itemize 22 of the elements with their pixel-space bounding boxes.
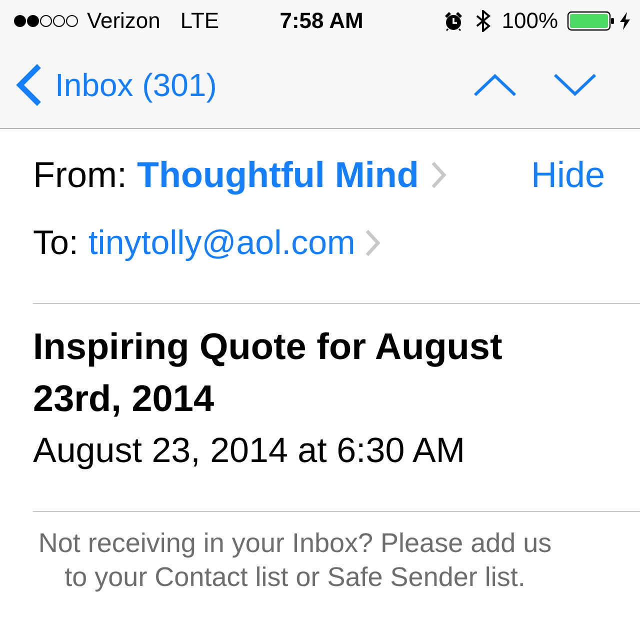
to-label: To: <box>33 222 78 264</box>
recipient-email-link[interactable]: tinytolly@aol.com <box>88 226 356 260</box>
previous-message-button[interactable] <box>474 74 516 96</box>
chevron-up-icon <box>474 74 516 96</box>
carrier-name: Verizon <box>87 10 160 32</box>
battery-percentage: 100% <box>502 10 558 32</box>
hide-details-button[interactable]: Hide <box>530 157 605 193</box>
signal-strength-icon <box>13 14 79 28</box>
battery-icon <box>567 11 616 31</box>
chevron-right-icon <box>365 229 382 257</box>
chevron-left-icon <box>16 64 42 106</box>
status-time: 7:58 AM <box>280 10 364 32</box>
next-message-button[interactable] <box>554 74 596 96</box>
sender-name-link[interactable]: Thoughtful Mind <box>137 157 419 193</box>
chevron-down-icon <box>554 74 596 96</box>
email-date: August 23, 2014 at 6:30 AM <box>33 430 466 472</box>
back-button[interactable]: Inbox (301) <box>16 64 217 106</box>
email-subject: Inspiring Quote for August 23rd, 2014 <box>33 325 504 421</box>
network-type: LTE <box>180 10 220 32</box>
email-body-text: Not receiving in your Inbox? Please add us to your Contact list or Safe Sender list. <box>37 527 553 594</box>
chevron-right-icon <box>430 161 447 189</box>
from-label: From: <box>33 153 127 197</box>
